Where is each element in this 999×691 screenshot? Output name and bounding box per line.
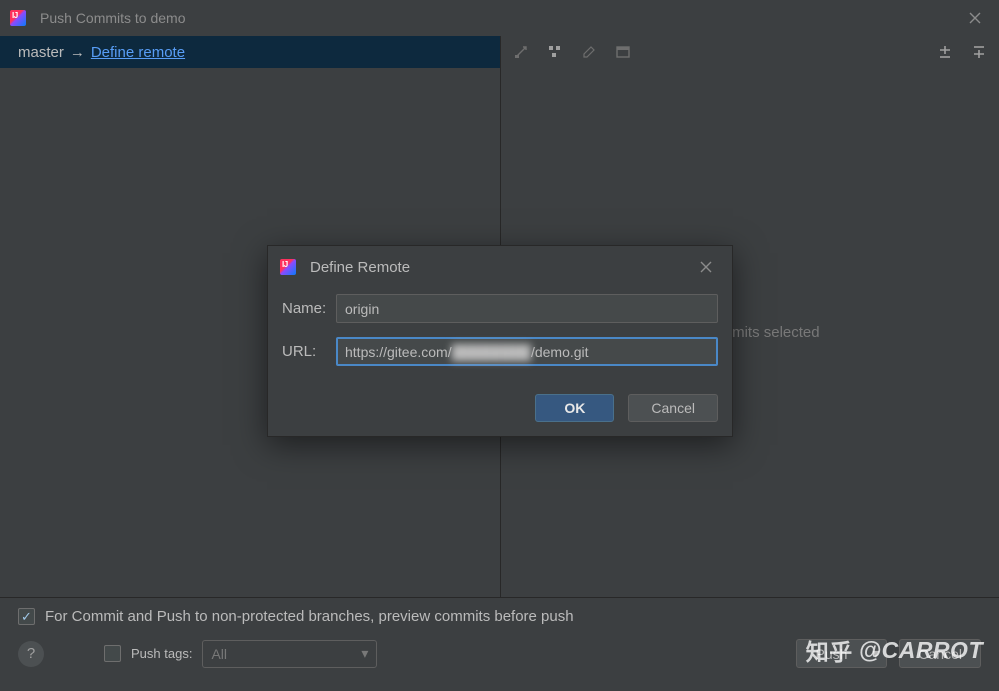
close-icon[interactable] bbox=[961, 4, 989, 32]
expand-icon[interactable] bbox=[933, 40, 957, 64]
zhihu-logo: 知乎 bbox=[806, 633, 853, 667]
branch-row[interactable]: master → Define remote bbox=[0, 36, 500, 68]
url-field[interactable]: https://gitee.com/████████/demo.git bbox=[336, 337, 718, 366]
preview-icon[interactable] bbox=[611, 40, 635, 64]
modal-titlebar: Define Remote bbox=[268, 246, 732, 288]
define-remote-link[interactable]: Define remote bbox=[91, 44, 185, 61]
modal-title: Define Remote bbox=[310, 259, 410, 276]
arrow-icon: → bbox=[70, 44, 85, 61]
ok-button[interactable]: OK bbox=[535, 394, 614, 422]
edit-icon[interactable] bbox=[577, 40, 601, 64]
tags-dropdown[interactable]: All ▾ bbox=[202, 640, 377, 668]
name-label: Name: bbox=[282, 300, 336, 317]
define-remote-dialog: Define Remote Name: URL: https://gitee.c… bbox=[267, 245, 733, 437]
diff-toolbar bbox=[501, 36, 999, 68]
intellij-icon bbox=[280, 259, 296, 275]
modal-cancel-button[interactable]: Cancel bbox=[628, 394, 718, 422]
window-title: Push Commits to demo bbox=[40, 10, 186, 26]
preview-checkbox-label: For Commit and Push to non-protected bra… bbox=[45, 608, 574, 625]
name-field[interactable] bbox=[336, 294, 718, 323]
tags-dropdown-value: All bbox=[211, 646, 227, 662]
chevron-down-icon: ▾ bbox=[361, 645, 368, 662]
close-icon[interactable] bbox=[692, 253, 720, 281]
group-icon[interactable] bbox=[543, 40, 567, 64]
collapse-icon[interactable] bbox=[967, 40, 991, 64]
help-icon[interactable]: ? bbox=[18, 641, 44, 667]
watermark-handle: @CARROT bbox=[859, 637, 983, 664]
local-branch-label: master bbox=[18, 44, 64, 61]
window-titlebar: Push Commits to demo bbox=[0, 0, 999, 36]
push-tags-checkbox[interactable] bbox=[104, 645, 121, 662]
preview-checkbox[interactable] bbox=[18, 608, 35, 625]
url-label: URL: bbox=[282, 343, 336, 360]
compare-prev-icon[interactable] bbox=[509, 40, 533, 64]
intellij-icon bbox=[10, 10, 26, 26]
watermark: 知乎 @CARROT bbox=[806, 633, 983, 667]
push-tags-label: Push tags: bbox=[131, 646, 192, 661]
